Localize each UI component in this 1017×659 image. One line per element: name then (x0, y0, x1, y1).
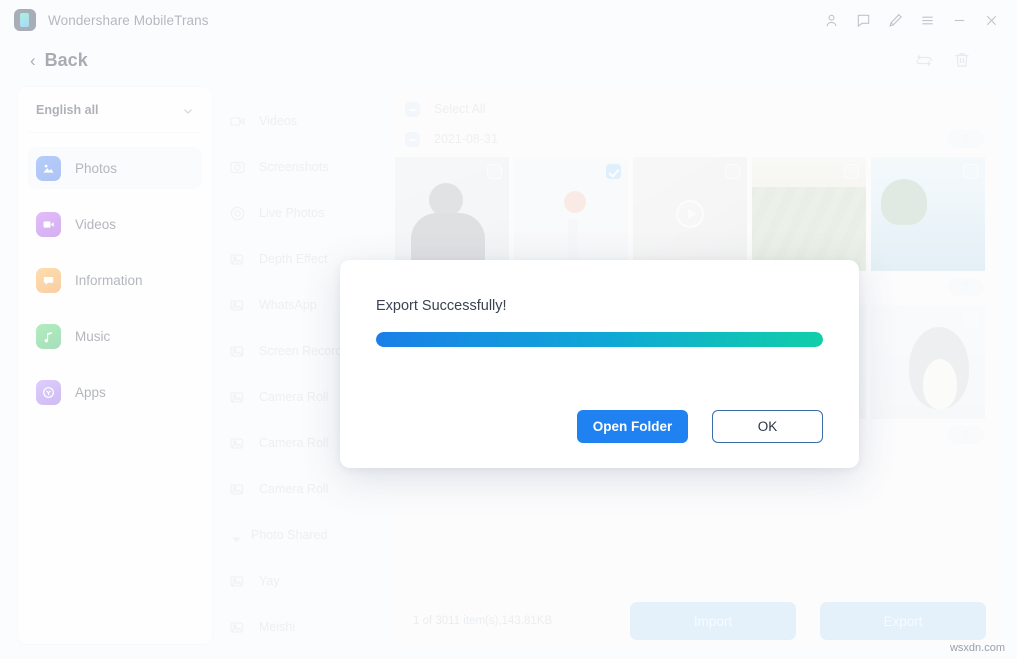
dialog-actions: Open Folder OK (577, 410, 823, 443)
watermark: wsxdn.com (950, 642, 1005, 654)
ok-button[interactable]: OK (712, 410, 823, 443)
dialog-title: Export Successfully! (376, 298, 823, 314)
progress-bar-track (376, 332, 823, 347)
progress-bar-fill (376, 332, 823, 347)
export-success-dialog: Export Successfully! Open Folder OK (340, 260, 859, 468)
open-folder-button[interactable]: Open Folder (577, 410, 688, 443)
